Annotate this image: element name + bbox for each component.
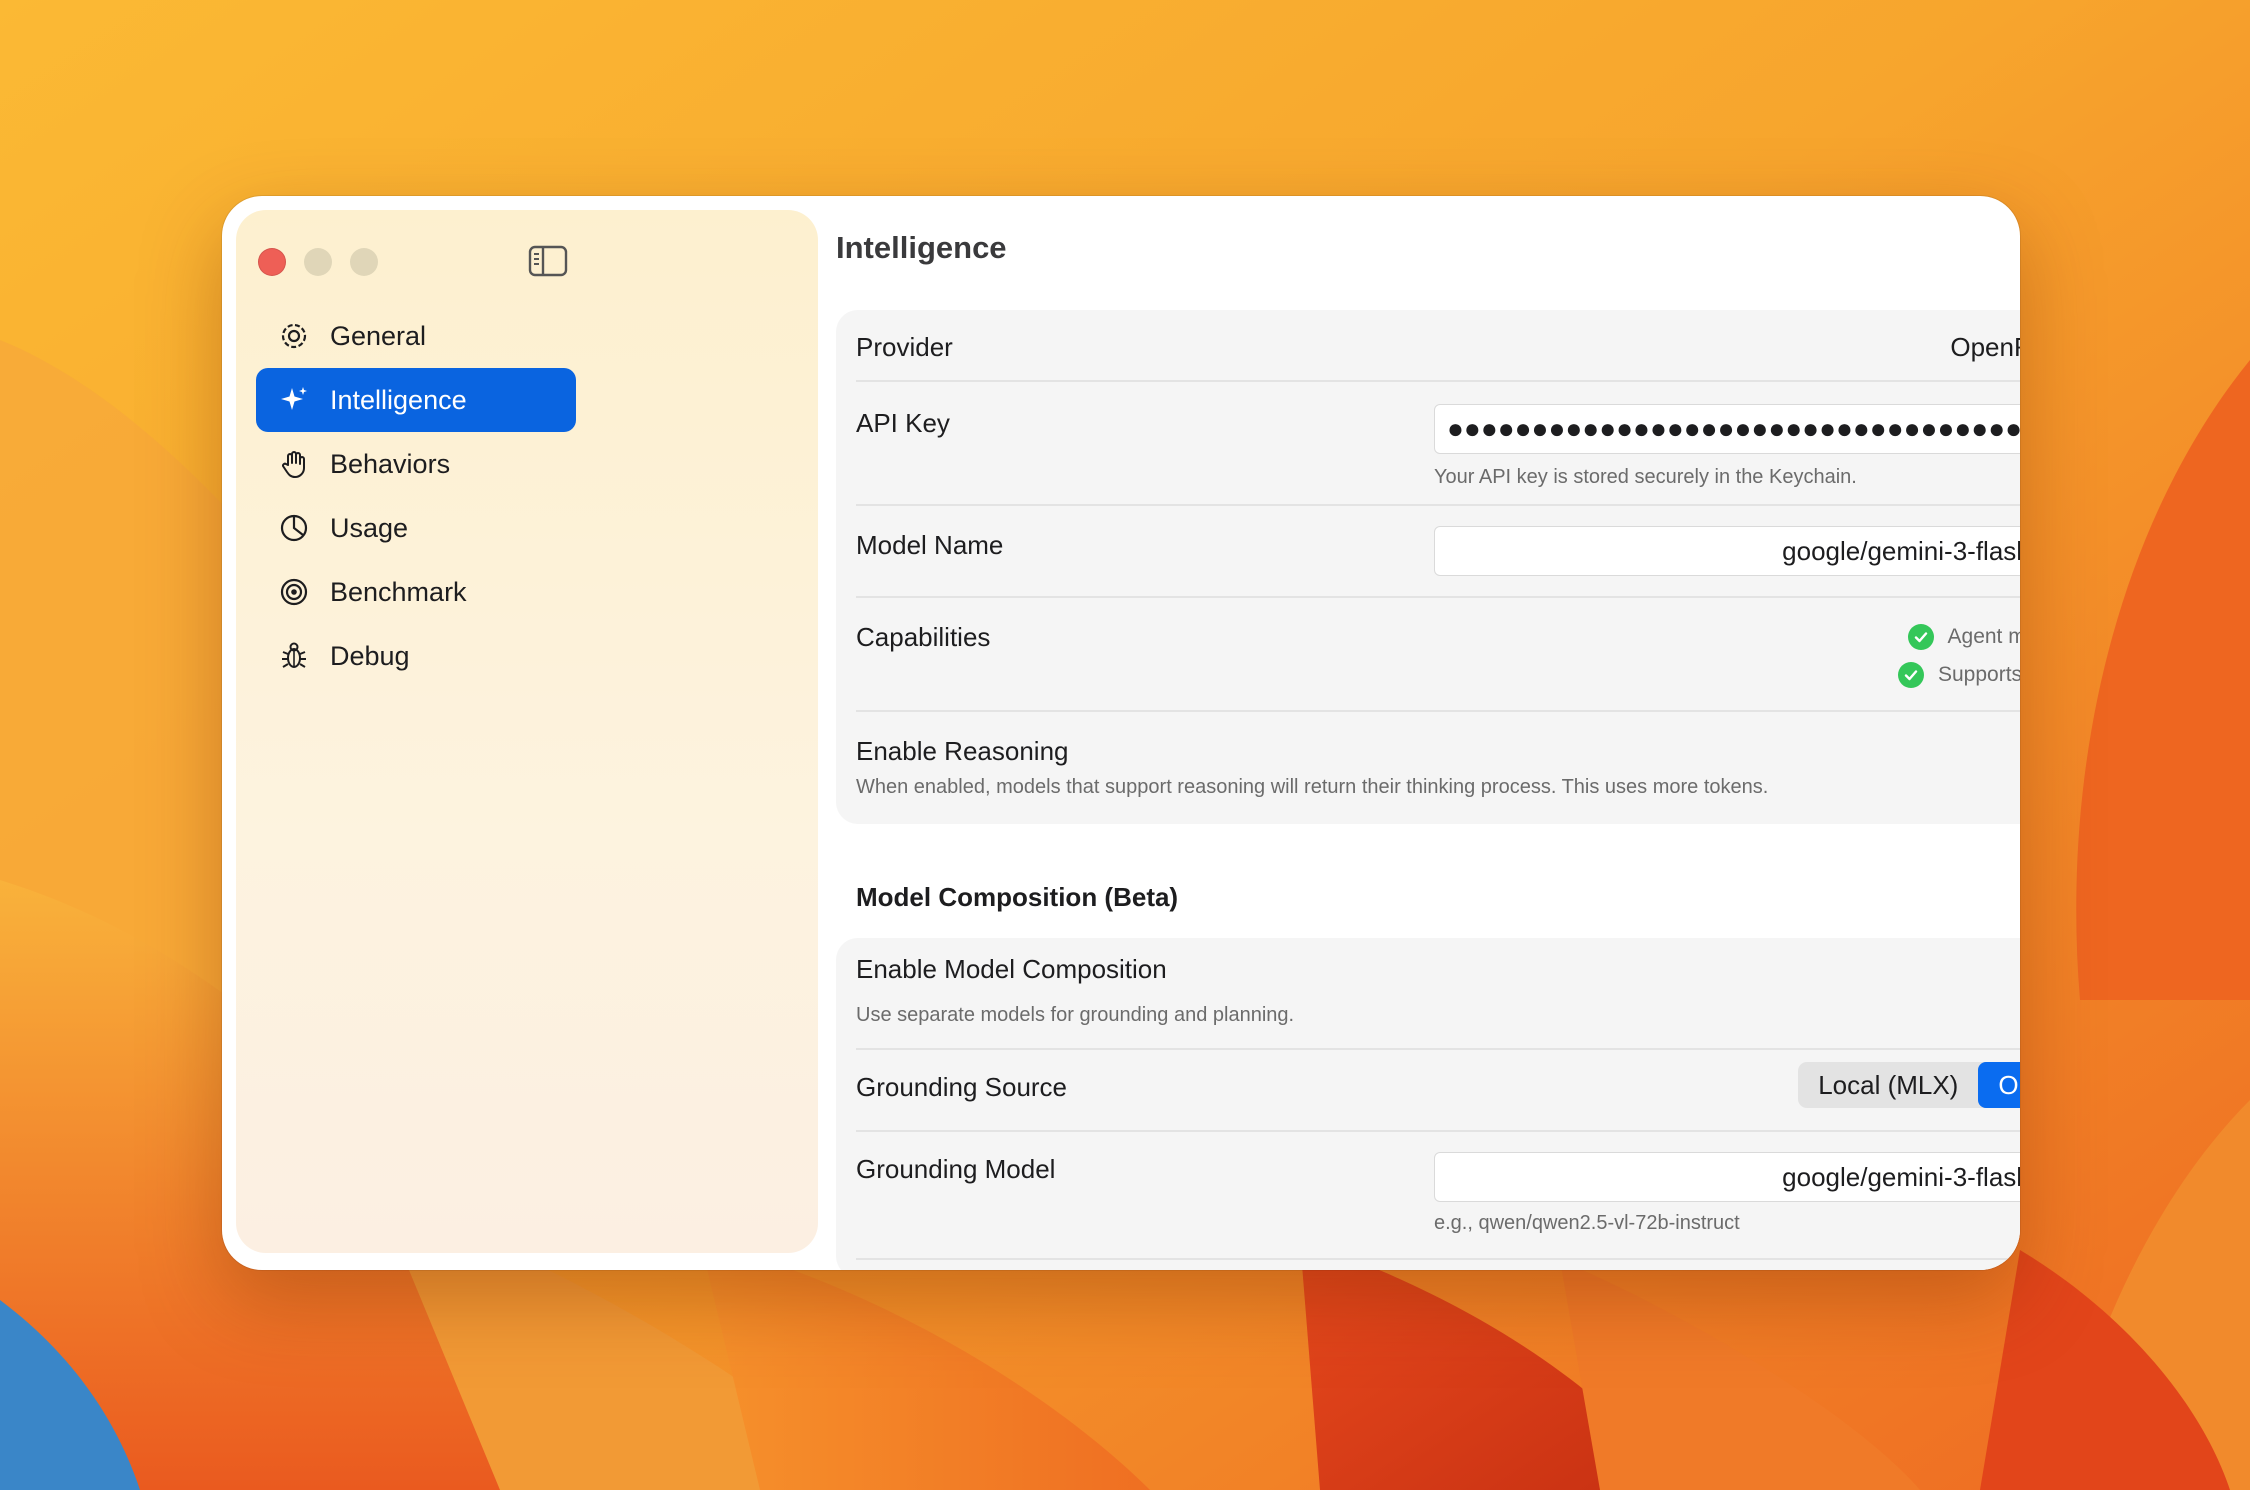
- sidebar-item-usage[interactable]: Usage: [256, 496, 576, 560]
- grounding-model-label: Grounding Model: [856, 1154, 1056, 1184]
- close-button[interactable]: [258, 248, 286, 276]
- capability-agent-mode: Agent mode supported: [1907, 624, 2020, 650]
- capability-label: Supports image input: [1938, 663, 2020, 686]
- enable-reasoning-description: When enabled, models that support reason…: [856, 776, 1769, 798]
- grounding-source-segmented: Local (MLX) OpenRouter: [1798, 1062, 2020, 1108]
- segment-local-mlx[interactable]: Local (MLX): [1798, 1062, 1978, 1108]
- minimize-button[interactable]: [304, 248, 332, 276]
- zoom-button[interactable]: [350, 248, 378, 276]
- section-title-model-composition: Model Composition (Beta): [856, 882, 1179, 912]
- sidebar-item-intelligence[interactable]: Intelligence: [256, 368, 576, 432]
- hand-icon: [278, 448, 310, 480]
- model-name-field[interactable]: google/gemini-3-flash-preview: [1434, 526, 2020, 576]
- sidebar-item-debug[interactable]: Debug: [256, 624, 576, 688]
- grounding-model-field[interactable]: google/gemini-3-flash-preview: [1434, 1152, 2020, 1202]
- capability-image-input: Supports image input: [1898, 662, 2020, 688]
- pie-chart-icon: [278, 512, 310, 544]
- api-key-masked-value: ●●●●●●●●●●●●●●●●●●●●●●●●●●●●●●●●●●●●●●●: [1447, 415, 2020, 443]
- provider-label: Provider: [856, 332, 953, 362]
- settings-window: General Intelligence Behaviors Usage Ben…: [222, 196, 2020, 1270]
- divider: [856, 596, 2020, 598]
- checkmark-circle-icon: [1907, 624, 1934, 650]
- divider: [856, 1130, 2020, 1132]
- grounding-source-label: Grounding Source: [856, 1072, 1068, 1102]
- main-content: Intelligence Provider OpenRouter API Key…: [636, 196, 2020, 1270]
- api-key-field[interactable]: ●●●●●●●●●●●●●●●●●●●●●●●●●●●●●●●●●●●●●●●: [1434, 404, 2020, 454]
- capability-label: Agent mode supported: [1947, 625, 2020, 648]
- grounding-model-hint: e.g., qwen/qwen2.5-vl-72b-instruct: [1434, 1212, 1740, 1234]
- sidebar-item-label: Debug: [330, 640, 410, 671]
- intelligence-settings-card: Provider OpenRouter API Key ●●●●●●●●●●●●…: [836, 310, 2020, 824]
- enable-composition-description: Use separate models for grounding and pl…: [856, 1004, 1295, 1026]
- sidebar-item-label: General: [330, 320, 427, 351]
- sidebar-item-benchmark[interactable]: Benchmark: [256, 560, 576, 624]
- sidebar-toggle-icon[interactable]: [528, 244, 568, 278]
- gear-icon: [278, 320, 310, 352]
- segment-openrouter[interactable]: OpenRouter: [1978, 1062, 2020, 1108]
- divider: [856, 1048, 2020, 1050]
- divider: [856, 380, 2020, 382]
- model-name-label: Model Name: [856, 530, 1004, 560]
- api-key-label: API Key: [856, 408, 950, 438]
- sidebar-item-label: Behaviors: [330, 448, 451, 479]
- enable-reasoning-label: Enable Reasoning: [856, 736, 1069, 766]
- sidebar-nav: General Intelligence Behaviors Usage Ben…: [256, 304, 576, 688]
- divider: [856, 710, 2020, 712]
- divider: [856, 1258, 2020, 1260]
- divider: [856, 504, 2020, 506]
- sparkles-icon: [278, 384, 310, 416]
- sidebar-item-label: Usage: [330, 512, 409, 543]
- checkmark-circle-icon: [1898, 662, 1924, 688]
- target-icon: [278, 576, 310, 608]
- enable-composition-label: Enable Model Composition: [856, 954, 1167, 984]
- sidebar-item-general[interactable]: General: [256, 304, 576, 368]
- model-composition-card: Enable Model Composition Use separate mo…: [836, 938, 2020, 1270]
- sidebar-item-label: Intelligence: [330, 384, 467, 415]
- api-key-hint: Your API key is stored securely in the K…: [1434, 466, 1857, 488]
- sidebar-item-behaviors[interactable]: Behaviors: [256, 432, 576, 496]
- page-title: Intelligence: [836, 230, 1007, 265]
- capabilities-label: Capabilities: [856, 622, 991, 652]
- sidebar-item-label: Benchmark: [330, 576, 467, 607]
- bug-icon: [278, 640, 310, 672]
- provider-value[interactable]: OpenRouter: [1950, 332, 2020, 363]
